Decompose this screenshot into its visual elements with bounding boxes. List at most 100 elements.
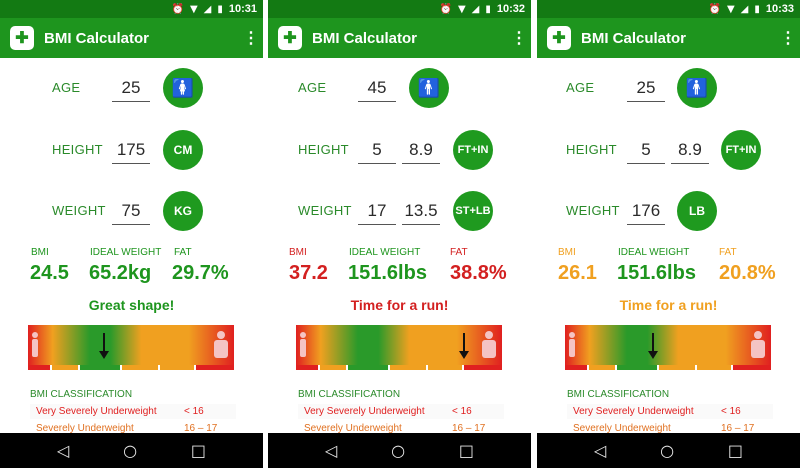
app-title: BMI Calculator [44, 29, 150, 47]
home-icon[interactable]: ○ [123, 441, 137, 460]
ideal-weight-value: 151.6lbs [348, 262, 427, 284]
recents-icon[interactable]: □ [728, 441, 743, 460]
app-title: BMI Calculator [581, 29, 687, 47]
height-input[interactable]: 175 [112, 136, 150, 164]
clock: 10:32 [496, 3, 525, 15]
female-icon[interactable]: 🚺 [163, 68, 203, 108]
band-underweight-severe [296, 365, 318, 370]
classification-row: Very Severely Underweight < 16 [298, 404, 504, 419]
nav-bar: ◁ ○ □ [0, 433, 263, 468]
height-unit-button[interactable]: FT+IN [453, 130, 493, 170]
weight-unit-button[interactable]: LB [677, 191, 717, 231]
stats-panel: BMI 24.5 IDEAL WEIGHT 65.2kg FAT 29.7% [0, 247, 263, 292]
fat-label: FAT [719, 247, 737, 258]
back-icon[interactable]: ◁ [594, 441, 606, 460]
signal-icon: ◢ [471, 3, 480, 15]
band-obese-1 [160, 365, 194, 370]
weight-stone-input[interactable]: 17 [358, 197, 396, 225]
band-normal [348, 365, 388, 370]
height-unit-button[interactable]: CM [163, 130, 203, 170]
band-obese-2 [733, 365, 771, 370]
weight-pounds-input[interactable]: 13.5 [402, 197, 440, 225]
height-feet-input[interactable]: 5 [358, 136, 396, 164]
overflow-menu-icon[interactable]: ⋮ [507, 28, 531, 48]
band-underweight [589, 365, 615, 370]
phone-screen-1: ⏰ ▼ ◢ ▮ 10:31 ✚ BMI Calculator ⋮ AGE 25 … [0, 0, 263, 468]
age-row: AGE 45 🚹 [268, 68, 531, 108]
app-logo-icon: ✚ [278, 26, 302, 50]
age-label: AGE [566, 80, 595, 95]
overflow-menu-icon[interactable]: ⋮ [239, 28, 263, 48]
height-unit-button[interactable]: FT+IN [721, 130, 761, 170]
age-input[interactable]: 45 [358, 74, 396, 102]
band-obese-2 [464, 365, 502, 370]
age-row: AGE 25 🚺 [0, 68, 263, 108]
band-normal [80, 365, 120, 370]
recents-icon[interactable]: □ [459, 441, 474, 460]
ideal-weight-value: 151.6lbs [617, 262, 696, 284]
weight-row: WEIGHT 75 KG [0, 191, 263, 231]
back-icon[interactable]: ◁ [57, 441, 69, 460]
app-title: BMI Calculator [312, 29, 418, 47]
bmi-value: 24.5 [30, 262, 69, 284]
height-inches-input[interactable]: 8.9 [671, 136, 709, 164]
slim-figure-icon [569, 332, 575, 357]
classification-category: Very Severely Underweight [36, 406, 157, 417]
bmi-gradient [296, 325, 502, 365]
male-icon[interactable]: 🚹 [677, 68, 717, 108]
height-row: HEIGHT 5 8.9 FT+IN [537, 130, 800, 170]
height-inches-input[interactable]: 8.9 [402, 136, 440, 164]
app-logo-icon: ✚ [10, 26, 34, 50]
recents-icon[interactable]: □ [191, 441, 206, 460]
bmi-gradient [28, 325, 234, 365]
overflow-menu-icon[interactable]: ⋮ [776, 28, 800, 48]
app-bar: ✚ BMI Calculator ⋮ [537, 18, 800, 58]
alarm-icon: ⏰ [708, 3, 721, 15]
classification-range: < 16 [184, 406, 204, 417]
weight-unit-button[interactable]: KG [163, 191, 203, 231]
classification-row: Very Severely Underweight < 16 [30, 404, 236, 419]
classification-row: Very Severely Underweight < 16 [567, 404, 773, 419]
band-normal [617, 365, 657, 370]
band-overweight [122, 365, 158, 370]
clock: 10:31 [228, 3, 257, 15]
male-icon[interactable]: 🚹 [409, 68, 449, 108]
classification-title: BMI CLASSIFICATION [30, 389, 133, 400]
slim-figure-icon [300, 332, 306, 357]
band-underweight [320, 365, 346, 370]
bmi-label: BMI [31, 247, 49, 258]
classification-range: < 16 [452, 406, 472, 417]
fat-value: 29.7% [172, 262, 229, 284]
battery-icon: ▮ [485, 3, 491, 15]
band-overweight [390, 365, 426, 370]
height-feet-input[interactable]: 5 [627, 136, 665, 164]
band-underweight-severe [565, 365, 587, 370]
bmi-value: 37.2 [289, 262, 328, 284]
nav-bar: ◁ ○ □ [537, 433, 800, 468]
weight-input[interactable]: 176 [627, 197, 665, 225]
height-label: HEIGHT [298, 142, 349, 157]
classification-category: Very Severely Underweight [573, 406, 694, 417]
app-logo-icon: ✚ [547, 26, 571, 50]
age-input[interactable]: 25 [112, 74, 150, 102]
classification-title: BMI CLASSIFICATION [567, 389, 670, 400]
status-message: Time for a run! [619, 297, 718, 313]
bmi-scale [296, 325, 502, 370]
weight-unit-button[interactable]: ST+LB [453, 191, 493, 231]
age-row: AGE 25 🚹 [537, 68, 800, 108]
home-icon[interactable]: ○ [391, 441, 405, 460]
home-icon[interactable]: ○ [660, 441, 674, 460]
age-input[interactable]: 25 [627, 74, 665, 102]
back-icon[interactable]: ◁ [325, 441, 337, 460]
ideal-weight-label: IDEAL WEIGHT [349, 247, 421, 258]
fat-value: 38.8% [450, 262, 507, 284]
wifi-icon: ▼ [726, 3, 735, 15]
fat-value: 20.8% [719, 262, 776, 284]
status-bar: ⏰ ▼ ◢ ▮ 10:33 [537, 0, 800, 18]
weight-label: WEIGHT [52, 203, 106, 218]
fat-label: FAT [174, 247, 192, 258]
weight-input[interactable]: 75 [112, 197, 150, 225]
status-message: Great shape! [88, 297, 175, 313]
stats-panel: BMI 26.1 IDEAL WEIGHT 151.6lbs FAT 20.8% [537, 247, 800, 292]
band-obese-2 [196, 365, 234, 370]
